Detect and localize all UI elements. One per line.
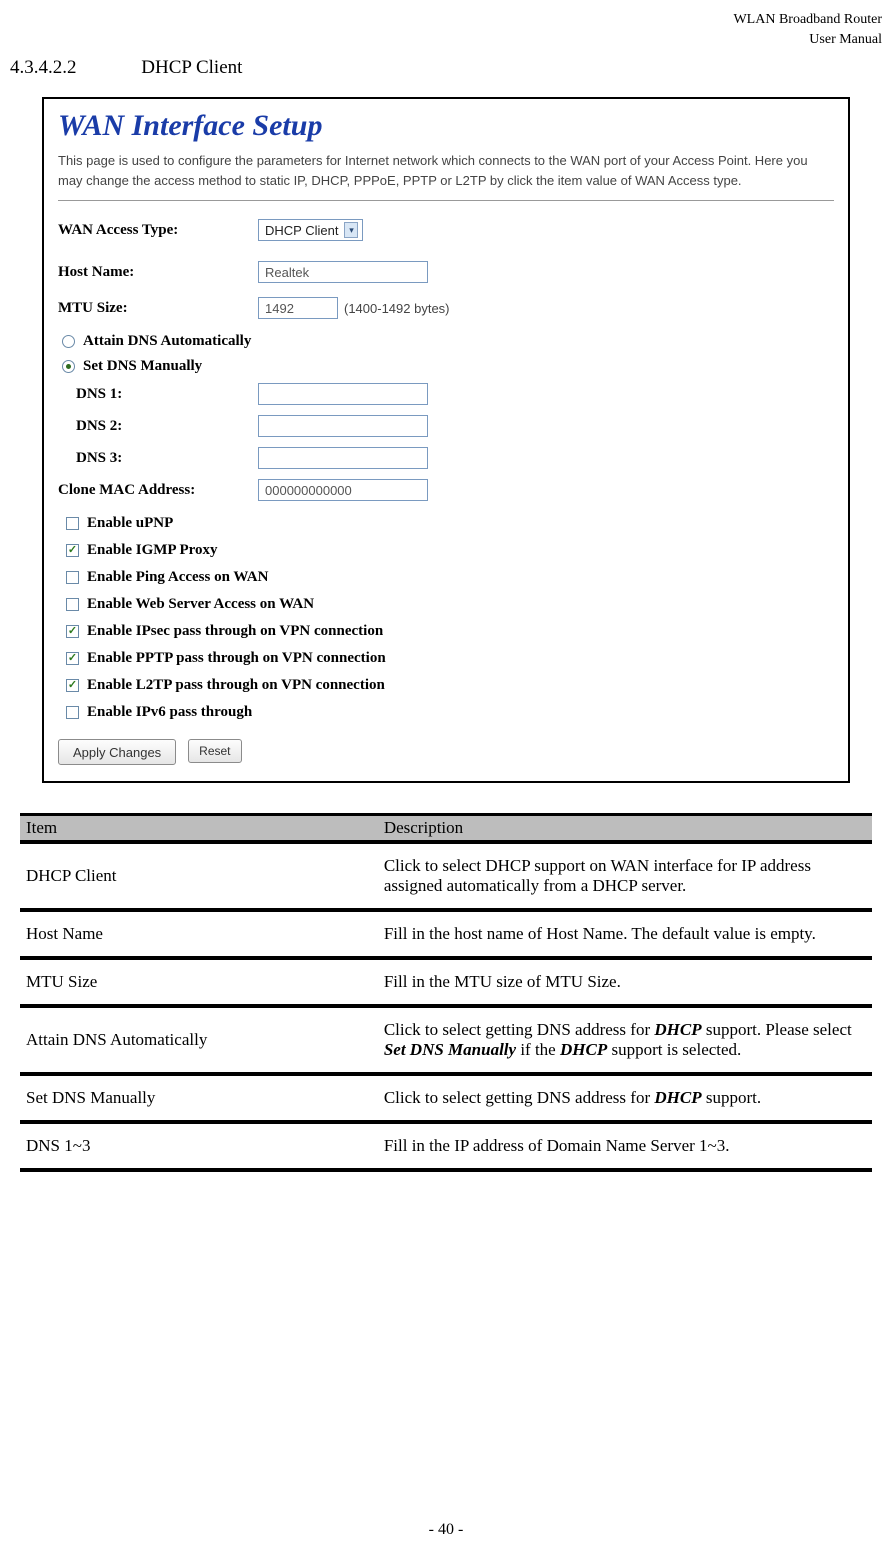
wan-access-type-label: WAN Access Type: [58, 222, 258, 239]
dns1-label: DNS 1: [76, 386, 258, 403]
host-name-row: Host Name: [58, 261, 834, 283]
table-cell-item: Set DNS Manually [20, 1076, 378, 1124]
table-cell-item: DHCP Client [20, 844, 378, 912]
table-cell-desc: Fill in the IP address of Domain Name Se… [378, 1124, 872, 1172]
apply-changes-button[interactable]: Apply Changes [58, 739, 176, 765]
wan-access-type-select[interactable]: DHCP Client ▾ [258, 219, 363, 241]
divider [58, 200, 834, 201]
wan-title: WAN Interface Setup [58, 109, 834, 143]
table-cell-item: MTU Size [20, 960, 378, 1008]
table-cell-desc: Click to select getting DNS address for … [378, 1008, 872, 1076]
mtu-row: MTU Size: (1400-1492 bytes) [58, 297, 834, 319]
table-row: MTU SizeFill in the MTU size of MTU Size… [20, 960, 872, 1008]
table-header-row: Item Description [20, 813, 872, 844]
enable-upnp-label: Enable uPNP [87, 515, 173, 532]
header-line2: User Manual [10, 30, 882, 50]
dns2-label: DNS 2: [76, 418, 258, 435]
wan-access-type-row: WAN Access Type: DHCP Client ▾ [58, 219, 834, 241]
dns3-row: DNS 3: [76, 447, 834, 469]
page-number: - 40 - [0, 1521, 892, 1539]
enable-web-label: Enable Web Server Access on WAN [87, 596, 314, 613]
dns-auto-radio-row[interactable]: Attain DNS Automatically [62, 333, 834, 350]
table-head-desc: Description [378, 813, 872, 844]
table-row: Attain DNS AutomaticallyClick to select … [20, 1008, 872, 1076]
wan-description: This page is used to configure the param… [58, 151, 834, 190]
checkbox-icon [66, 571, 79, 584]
enable-web-row[interactable]: Enable Web Server Access on WAN [66, 596, 834, 613]
enable-ipv6-row[interactable]: Enable IPv6 pass through [66, 704, 834, 721]
chevron-down-icon: ▾ [344, 222, 358, 238]
description-table: Item Description DHCP ClientClick to sel… [20, 813, 872, 1172]
wan-access-type-value: DHCP Client [265, 223, 338, 238]
table-row: Set DNS ManuallyClick to select getting … [20, 1076, 872, 1124]
mtu-label: MTU Size: [58, 300, 258, 317]
enable-ipsec-label: Enable IPsec pass through on VPN connect… [87, 623, 383, 640]
checkbox-icon [66, 706, 79, 719]
dns2-input[interactable] [258, 415, 428, 437]
table-cell-item: Host Name [20, 912, 378, 960]
table-row: DNS 1~3Fill in the IP address of Domain … [20, 1124, 872, 1172]
table-cell-item: DNS 1~3 [20, 1124, 378, 1172]
checkbox-icon: ✓ [66, 652, 79, 665]
section-number: 4.3.4.2.2 [10, 57, 77, 78]
table-head-item: Item [20, 813, 378, 844]
mtu-hint: (1400-1492 bytes) [344, 301, 450, 316]
mtu-input[interactable] [258, 297, 338, 319]
dns3-input[interactable] [258, 447, 428, 469]
enable-ping-row[interactable]: Enable Ping Access on WAN [66, 569, 834, 586]
table-cell-desc: Click to select DHCP support on WAN inte… [378, 844, 872, 912]
table-cell-desc: Click to select getting DNS address for … [378, 1076, 872, 1124]
enable-igmp-row[interactable]: ✓ Enable IGMP Proxy [66, 542, 834, 559]
page-header: WLAN Broadband Router User Manual [10, 10, 882, 49]
table-cell-item: Attain DNS Automatically [20, 1008, 378, 1076]
enable-pptp-label: Enable PPTP pass through on VPN connecti… [87, 650, 386, 667]
enable-l2tp-row[interactable]: ✓ Enable L2TP pass through on VPN connec… [66, 677, 834, 694]
reset-button[interactable]: Reset [188, 739, 241, 763]
enable-pptp-row[interactable]: ✓ Enable PPTP pass through on VPN connec… [66, 650, 834, 667]
header-line1: WLAN Broadband Router [10, 10, 882, 30]
checkbox-icon: ✓ [66, 625, 79, 638]
radio-icon [62, 335, 75, 348]
enable-l2tp-label: Enable L2TP pass through on VPN connecti… [87, 677, 385, 694]
checkbox-icon: ✓ [66, 544, 79, 557]
checkbox-icon [66, 598, 79, 611]
wan-setup-panel: WAN Interface Setup This page is used to… [42, 97, 850, 783]
table-row: DHCP ClientClick to select DHCP support … [20, 844, 872, 912]
dns1-input[interactable] [258, 383, 428, 405]
dns2-row: DNS 2: [76, 415, 834, 437]
clone-mac-label: Clone MAC Address: [58, 482, 258, 499]
enable-upnp-row[interactable]: Enable uPNP [66, 515, 834, 532]
enable-igmp-label: Enable IGMP Proxy [87, 542, 218, 559]
clone-mac-input[interactable] [258, 479, 428, 501]
radio-icon [62, 360, 75, 373]
dns-manual-radio-row[interactable]: Set DNS Manually [62, 358, 834, 375]
section-title: DHCP Client [141, 57, 242, 78]
clone-mac-row: Clone MAC Address: [58, 479, 834, 501]
checkbox-icon [66, 517, 79, 530]
enable-ipv6-label: Enable IPv6 pass through [87, 704, 252, 721]
dns-manual-label: Set DNS Manually [83, 358, 202, 375]
host-name-input[interactable] [258, 261, 428, 283]
table-cell-desc: Fill in the host name of Host Name. The … [378, 912, 872, 960]
checkbox-icon: ✓ [66, 679, 79, 692]
host-name-label: Host Name: [58, 264, 258, 281]
enable-ipsec-row[interactable]: ✓ Enable IPsec pass through on VPN conne… [66, 623, 834, 640]
dns3-label: DNS 3: [76, 450, 258, 467]
dns1-row: DNS 1: [76, 383, 834, 405]
dns-auto-label: Attain DNS Automatically [83, 333, 251, 350]
button-bar: Apply Changes Reset [58, 739, 834, 765]
enable-ping-label: Enable Ping Access on WAN [87, 569, 268, 586]
table-row: Host NameFill in the host name of Host N… [20, 912, 872, 960]
section-heading: 4.3.4.2.2 DHCP Client [10, 57, 882, 79]
table-cell-desc: Fill in the MTU size of MTU Size. [378, 960, 872, 1008]
